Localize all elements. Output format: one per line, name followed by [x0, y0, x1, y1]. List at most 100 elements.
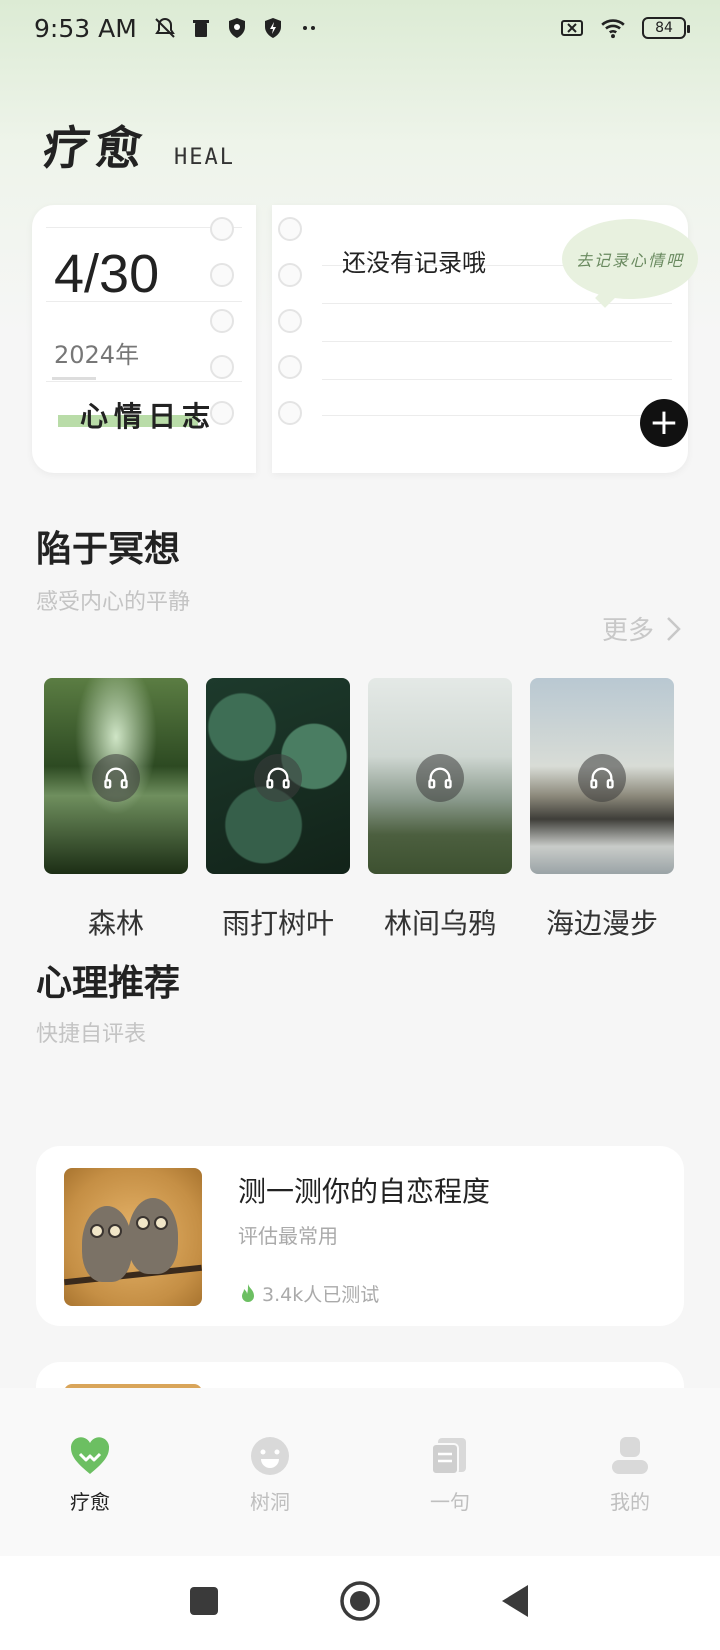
binder-ring: [210, 401, 234, 425]
headphones-icon: [578, 754, 626, 802]
nav-item-heal[interactable]: 疗愈: [0, 1434, 180, 1515]
leaves-image: [206, 678, 350, 874]
nav-label: 疗愈: [70, 1490, 110, 1514]
empty-diary-text: 还没有记录哦: [342, 249, 486, 277]
bubble-text: 去记录心情吧: [575, 251, 684, 270]
nav-label: 我的: [610, 1490, 650, 1514]
meditation-title: 陷于冥想: [36, 529, 181, 570]
nav-item-profile[interactable]: 我的: [540, 1434, 720, 1515]
binder-ring: [278, 263, 302, 287]
chevron-right-icon: [667, 616, 681, 641]
binder-ring: [210, 217, 234, 241]
back-triangle-icon: [502, 1585, 528, 1617]
bottom-nav: 疗愈 树洞 一句 我的: [0, 1388, 720, 1556]
diary-label: 心情日志: [80, 400, 217, 433]
square-icon: [190, 1587, 218, 1615]
meditation-subtitle: 感受内心的平静: [36, 590, 191, 615]
test-subtitle: 评估最常用: [238, 1224, 338, 1248]
binder-ring: [278, 309, 302, 333]
status-right: 84: [560, 15, 690, 41]
beach-image: [530, 678, 674, 874]
owl-eye: [154, 1216, 168, 1230]
heart-pulse-icon: [70, 1437, 110, 1474]
home-button[interactable]: [338, 1579, 382, 1627]
test-card[interactable]: 测一测你的自恋程度 评估最常用 3.4k人已测试: [36, 1146, 684, 1326]
status-icons-left: [153, 16, 321, 40]
binder-ring: [278, 355, 302, 379]
flame-icon: [242, 1283, 254, 1302]
diary-right-page: 还没有记录哦 去记录心情吧 +: [272, 205, 698, 473]
meditation-list: 森林 雨打树叶 林间乌鸦 海边漫步: [44, 678, 674, 942]
battery-level: 84: [655, 20, 673, 36]
system-nav-bar: [0, 1556, 720, 1650]
mood-diary-card[interactable]: 4/30 2024年 心情日志 还没有记录哦 去记录心情吧 +: [32, 205, 698, 473]
meditation-item-crows[interactable]: 林间乌鸦: [368, 678, 512, 942]
ruled-line: [322, 379, 672, 380]
nav-item-treehole[interactable]: 树洞: [180, 1434, 360, 1515]
status-bar: 9:53 AM 84: [0, 0, 720, 56]
battery-icon: 84: [642, 17, 690, 39]
back-button[interactable]: [494, 1579, 538, 1627]
more-label: 更多: [601, 616, 654, 646]
status-time: 9:53 AM: [34, 13, 137, 43]
nav-label: 树洞: [250, 1490, 290, 1514]
divider: [52, 377, 96, 380]
ruled-line: [46, 381, 242, 382]
app-title: 疗愈: [40, 121, 151, 175]
meditation-item-rain-leaves[interactable]: 雨打树叶: [206, 678, 350, 942]
record-mood-bubble[interactable]: 去记录心情吧: [562, 219, 698, 299]
owl-eye: [90, 1224, 104, 1238]
nav-item-quote[interactable]: 一句: [360, 1434, 540, 1515]
more-dots-icon: [302, 26, 315, 30]
binder-ring: [278, 217, 302, 241]
meditation-label: 林间乌鸦: [383, 907, 496, 940]
add-entry-button[interactable]: +: [640, 399, 688, 447]
diary-date: 4/30: [54, 244, 160, 304]
binder-ring: [210, 263, 234, 287]
recommend-subtitle: 快捷自评表: [36, 1022, 147, 1047]
shield-icon: [228, 18, 245, 38]
diary-year: 2024年: [54, 341, 140, 369]
headphones-icon: [92, 754, 140, 802]
binder-ring: [210, 309, 234, 333]
recent-apps-button[interactable]: [182, 1579, 226, 1627]
smile-icon: [251, 1437, 289, 1475]
forest-image: [44, 678, 188, 874]
recommend-title: 心理推荐: [36, 963, 181, 1004]
meditation-label: 海边漫步: [545, 907, 658, 940]
ruled-line: [322, 303, 672, 304]
sim-off-icon: [561, 20, 583, 36]
mute-icon: [154, 18, 175, 38]
owl: [82, 1206, 132, 1282]
misty-forest-image: [368, 678, 512, 874]
ruled-line: [322, 415, 672, 416]
meditation-label: 森林: [87, 907, 144, 940]
meditation-label: 雨打树叶: [221, 907, 334, 940]
binder-ring: [210, 355, 234, 379]
owl-eye: [108, 1224, 122, 1238]
nav-label: 一句: [430, 1490, 470, 1514]
ruled-line: [322, 341, 672, 342]
headphones-icon: [416, 754, 464, 802]
test-title: 测一测你的自恋程度: [238, 1175, 491, 1208]
quote-card-icon: [431, 1438, 466, 1475]
binder-ring: [278, 401, 302, 425]
owls-image: [64, 1168, 202, 1306]
meditation-item-beach[interactable]: 海边漫步: [530, 678, 674, 942]
test-meta: 3.4k人已测试: [238, 1280, 379, 1307]
more-button[interactable]: 更多: [602, 610, 684, 647]
headphones-icon: [254, 754, 302, 802]
test-count: 3.4k人已测试: [262, 1284, 380, 1306]
diary-left-page: 4/30 2024年 心情日志: [32, 205, 256, 473]
trash-icon: [192, 20, 209, 37]
owl-eye: [136, 1216, 150, 1230]
profile-icon: [612, 1437, 648, 1474]
meditation-item-forest[interactable]: 森林: [44, 678, 188, 942]
app-title-en: HEAL: [174, 145, 235, 170]
home-circle-icon: [340, 1581, 380, 1621]
status-left: 9:53 AM: [34, 14, 321, 43]
app-header: 疗愈 HEAL: [40, 112, 235, 178]
shield-bolt-icon: [264, 18, 281, 38]
owl: [128, 1198, 178, 1274]
wifi-icon: [601, 19, 625, 39]
